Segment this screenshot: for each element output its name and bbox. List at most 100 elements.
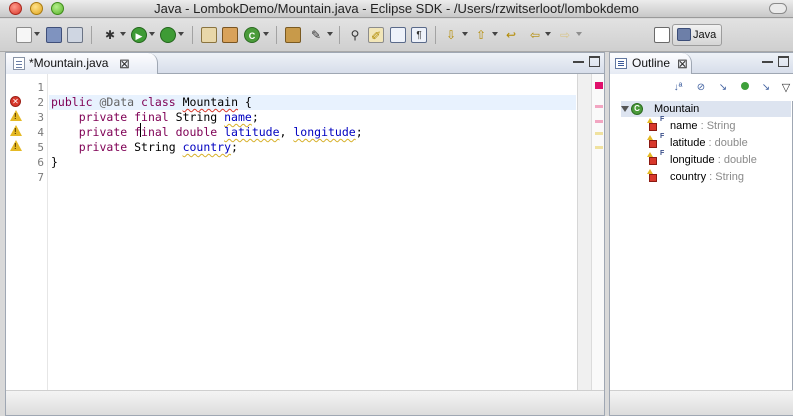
outline-tree: C Mountain F name : String F latitude : … bbox=[610, 101, 793, 401]
prev-edit-dropdown-icon[interactable] bbox=[492, 32, 498, 36]
next-edit-icon[interactable]: ⇩ bbox=[443, 27, 459, 43]
editor-tab-mountain[interactable]: *Mountain.java ⊠ bbox=[6, 53, 158, 74]
open-perspective-icon[interactable] bbox=[654, 27, 670, 43]
field-name: name bbox=[224, 110, 252, 124]
search-dropdown-icon[interactable] bbox=[327, 32, 333, 36]
new-package-icon[interactable] bbox=[222, 27, 238, 43]
code-editor[interactable]: public @Data class Mountain { private fi… bbox=[49, 74, 576, 415]
warning-marker-icon[interactable] bbox=[10, 110, 22, 121]
back-dropdown-icon[interactable] bbox=[545, 32, 551, 36]
outline-panel: Outline ⊠ ↓ª ⊘ ↘ ↘ ▽ C Mountain F name :… bbox=[609, 52, 793, 416]
forward-icon[interactable]: ⇨ bbox=[557, 27, 573, 43]
toolbar-toggle-button[interactable] bbox=[769, 3, 787, 14]
final-modifier-icon: F bbox=[660, 150, 665, 157]
maximize-outline-button[interactable] bbox=[778, 56, 789, 67]
private-field-icon bbox=[647, 169, 657, 182]
editor-vertical-scrollbar[interactable] bbox=[577, 74, 591, 415]
field-label: latitude : double bbox=[670, 135, 748, 151]
view-menu-icon[interactable]: ▽ bbox=[779, 81, 793, 95]
java-perspective-button[interactable]: Java bbox=[672, 24, 722, 46]
private-field-icon bbox=[647, 152, 657, 165]
new-dropdown-icon[interactable] bbox=[34, 32, 40, 36]
debug-dropdown-icon[interactable] bbox=[120, 32, 126, 36]
next-annotation-icon[interactable]: ⚲ bbox=[347, 27, 363, 43]
debug-icon[interactable]: ✱ bbox=[102, 27, 118, 43]
warning-overlay-icon bbox=[647, 169, 653, 174]
hide-fields-icon[interactable]: ⊘ bbox=[694, 81, 708, 95]
tree-item-field[interactable]: F name : String bbox=[646, 116, 791, 134]
maximize-editor-button[interactable] bbox=[589, 56, 600, 67]
show-whitespace-icon[interactable]: ¶ bbox=[411, 27, 427, 43]
field-type: : double bbox=[714, 154, 757, 166]
semicolon: ; bbox=[231, 140, 238, 154]
main-toolbar: ✱ ▶ C ✎ ⚲ ✐ ¶ ⇩ ⇧ ↩ ⇦ ⇨ Java bbox=[0, 19, 793, 52]
tree-item-class-mountain[interactable]: C Mountain bbox=[621, 101, 791, 117]
error-overview-marker[interactable] bbox=[595, 105, 603, 108]
forward-dropdown-icon[interactable] bbox=[576, 32, 582, 36]
field-country: country bbox=[182, 140, 232, 154]
run-icon[interactable]: ▶ bbox=[131, 27, 147, 43]
back-icon[interactable]: ⇦ bbox=[527, 27, 543, 43]
new-class-dropdown-icon[interactable] bbox=[263, 32, 269, 36]
open-type-icon[interactable] bbox=[285, 27, 301, 43]
last-edit-location-icon[interactable]: ↩ bbox=[503, 27, 519, 43]
title-bar: Java - LombokDemo/Mountain.java - Eclips… bbox=[0, 0, 793, 18]
new-wizard-icon[interactable] bbox=[16, 27, 32, 43]
warning-marker-icon[interactable] bbox=[10, 125, 22, 136]
tree-item-field[interactable]: country : String bbox=[646, 169, 791, 185]
minimize-editor-button[interactable] bbox=[573, 58, 584, 63]
close-tab-icon[interactable]: ⊠ bbox=[677, 53, 688, 74]
keyword-class: class bbox=[141, 95, 176, 109]
hide-static-icon[interactable]: ↘ bbox=[716, 81, 730, 95]
toggle-mark-occurrences-icon[interactable]: ✐ bbox=[368, 27, 384, 43]
warning-overlay-icon bbox=[647, 152, 653, 157]
warning-overview-marker[interactable] bbox=[595, 146, 603, 149]
search-icon[interactable]: ✎ bbox=[308, 27, 324, 43]
private-field-icon bbox=[647, 135, 657, 148]
new-java-project-icon[interactable] bbox=[201, 27, 217, 43]
field-latitude: latitude bbox=[224, 125, 280, 139]
close-tab-icon[interactable]: ⊠ bbox=[119, 53, 130, 74]
error-overview-marker[interactable] bbox=[595, 120, 603, 123]
hide-non-public-icon[interactable] bbox=[738, 81, 752, 95]
tree-item-field[interactable]: F latitude : double bbox=[646, 133, 791, 151]
new-class-icon[interactable]: C bbox=[244, 27, 260, 43]
class-name: Mountain bbox=[182, 95, 238, 109]
tab-outline[interactable]: Outline ⊠ bbox=[610, 53, 692, 74]
warning-overview-marker[interactable] bbox=[595, 132, 603, 135]
hide-local-types-icon[interactable]: ↘ bbox=[759, 81, 773, 95]
error-overview-marker[interactable] bbox=[595, 82, 603, 89]
field-type: : double bbox=[705, 137, 748, 149]
external-tools-dropdown-icon[interactable] bbox=[178, 32, 184, 36]
external-tools-icon[interactable] bbox=[160, 27, 176, 43]
sort-icon[interactable]: ↓ª bbox=[671, 81, 685, 95]
field-label: name : String bbox=[670, 118, 735, 134]
line-number: 3 bbox=[37, 111, 44, 124]
keyword-private-final: private final bbox=[78, 110, 169, 124]
outline-tab-bar: Outline ⊠ bbox=[610, 53, 793, 74]
error-marker-icon[interactable]: ✕ bbox=[10, 96, 21, 107]
block-selection-icon[interactable] bbox=[390, 27, 406, 43]
save-icon[interactable] bbox=[46, 27, 62, 43]
minimize-outline-button[interactable] bbox=[762, 58, 773, 63]
expand-twisty-icon[interactable] bbox=[621, 106, 629, 112]
toolbar-separator bbox=[192, 26, 193, 44]
warning-marker-icon[interactable] bbox=[10, 140, 22, 151]
code-line-5: private String country; bbox=[49, 140, 576, 155]
line-number: 4 bbox=[37, 126, 44, 139]
print-icon[interactable] bbox=[67, 27, 83, 43]
field-name: country bbox=[670, 171, 707, 183]
perspective-label: Java bbox=[693, 29, 717, 41]
toolbar-separator bbox=[435, 26, 436, 44]
next-edit-dropdown-icon[interactable] bbox=[462, 32, 468, 36]
overview-ruler[interactable] bbox=[591, 74, 604, 415]
run-dropdown-icon[interactable] bbox=[149, 32, 155, 36]
outline-horizontal-scrollbar[interactable] bbox=[610, 390, 793, 415]
comma: , bbox=[279, 125, 294, 139]
field-longitude: longitude bbox=[293, 125, 356, 139]
prev-edit-icon[interactable]: ⇧ bbox=[473, 27, 489, 43]
editor-horizontal-scrollbar[interactable] bbox=[6, 390, 604, 415]
tree-item-field[interactable]: F longitude : double bbox=[646, 150, 791, 168]
